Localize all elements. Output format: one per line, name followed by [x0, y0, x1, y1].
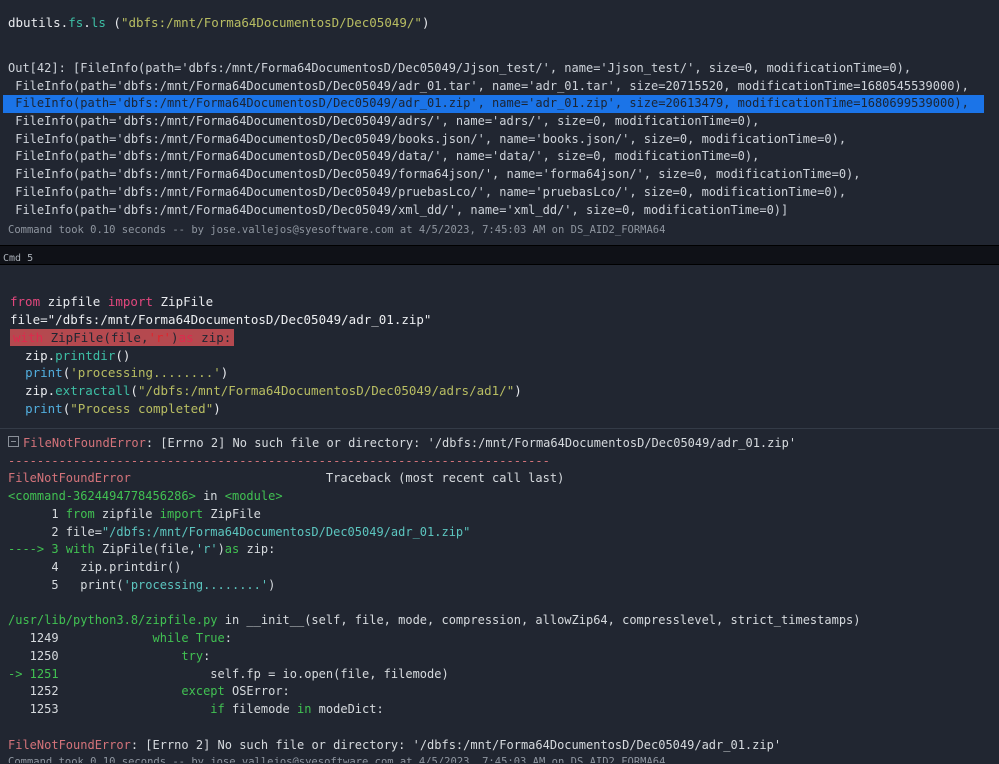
traceback-line: FileNotFoundError Traceback (most recent…: [8, 470, 999, 488]
notebook-cell-4: dbutils.fs.ls ("dbfs:/mnt/Forma64Documen…: [0, 0, 999, 237]
command-status-line: Command took 0.10 seconds -- by jose.val…: [0, 223, 999, 237]
code-line[interactable]: zip.extractall("/dbfs:/mnt/Forma64Docume…: [10, 382, 999, 400]
traceback-line: 1253 if filemode in modeDict:: [8, 701, 999, 719]
code-line[interactable]: from zipfile import ZipFile: [10, 293, 999, 311]
command-status-line-partial: Command took 0.10 seconds -- by jose.val…: [0, 755, 999, 763]
output-line: FileInfo(path='dbfs:/mnt/Forma64Document…: [8, 131, 999, 149]
cell-divider[interactable]: Cmd 5: [0, 245, 999, 265]
code-line-search-highlighted[interactable]: with ZipFile(file,'r')as zip:: [10, 329, 999, 347]
cell-4-output: Out[42]: [FileInfo(path='dbfs:/mnt/Forma…: [0, 60, 999, 219]
traceback-line: 1 from zipfile import ZipFile: [8, 506, 999, 524]
output-line: FileInfo(path='dbfs:/mnt/Forma64Document…: [8, 78, 999, 96]
traceback-line: 1252 except OSError:: [8, 683, 999, 701]
output-line-selected: FileInfo(path='dbfs:/mnt/Forma64Document…: [3, 95, 984, 113]
output-line: FileInfo(path='dbfs:/mnt/Forma64Document…: [8, 113, 999, 131]
code-line[interactable]: file="/dbfs:/mnt/Forma64DocumentosD/Dec0…: [10, 311, 999, 329]
cmd-label: Cmd 5: [0, 251, 33, 264]
traceback-line: [8, 595, 999, 613]
traceback-line: 1249 while True:: [8, 630, 999, 648]
code-line[interactable]: dbutils.fs.ls ("dbfs:/mnt/Forma64Documen…: [8, 14, 999, 32]
traceback-line: FileNotFoundError: [Errno 2] No such fil…: [8, 737, 999, 755]
traceback-line: ----> 3 with ZipFile(file,'r')as zip:: [8, 541, 999, 559]
traceback-line: [8, 719, 999, 737]
notebook-cell-5: from zipfile import ZipFilefile="/dbfs:/…: [0, 265, 999, 763]
output-line: Out[42]: [FileInfo(path='dbfs:/mnt/Forma…: [8, 60, 999, 78]
output-line: FileInfo(path='dbfs:/mnt/Forma64Document…: [8, 166, 999, 184]
code-line[interactable]: print("Process completed"): [10, 400, 999, 418]
output-line: FileInfo(path='dbfs:/mnt/Forma64Document…: [8, 184, 999, 202]
cell-5-error-output: FileNotFoundError: [Errno 2] No such fil…: [0, 428, 999, 755]
code-editor-cell-4[interactable]: dbutils.fs.ls ("dbfs:/mnt/Forma64Documen…: [0, 0, 999, 32]
error-summary-line: FileNotFoundError: [Errno 2] No such fil…: [8, 435, 999, 453]
output-line: FileInfo(path='dbfs:/mnt/Forma64Document…: [8, 148, 999, 166]
traceback-line: 5 print('processing........'): [8, 577, 999, 595]
traceback-line: /usr/lib/python3.8/zipfile.py in __init_…: [8, 612, 999, 630]
traceback-line: <command-3624494778456286> in <module>: [8, 488, 999, 506]
code-line[interactable]: zip.printdir(): [10, 347, 999, 365]
output-line: FileInfo(path='dbfs:/mnt/Forma64Document…: [8, 202, 999, 220]
traceback-line: 1250 try:: [8, 648, 999, 666]
traceback-line: 2 file="/dbfs:/mnt/Forma64DocumentosD/De…: [8, 524, 999, 542]
traceback-line: 4 zip.printdir(): [8, 559, 999, 577]
code-editor-cell-5[interactable]: from zipfile import ZipFilefile="/dbfs:/…: [0, 265, 999, 418]
traceback-line: -> 1251 self.fp = io.open(file, filemode…: [8, 666, 999, 684]
traceback-line: ----------------------------------------…: [8, 453, 999, 471]
collapse-results-icon[interactable]: [8, 436, 19, 447]
code-line[interactable]: print('processing........'): [10, 364, 999, 382]
